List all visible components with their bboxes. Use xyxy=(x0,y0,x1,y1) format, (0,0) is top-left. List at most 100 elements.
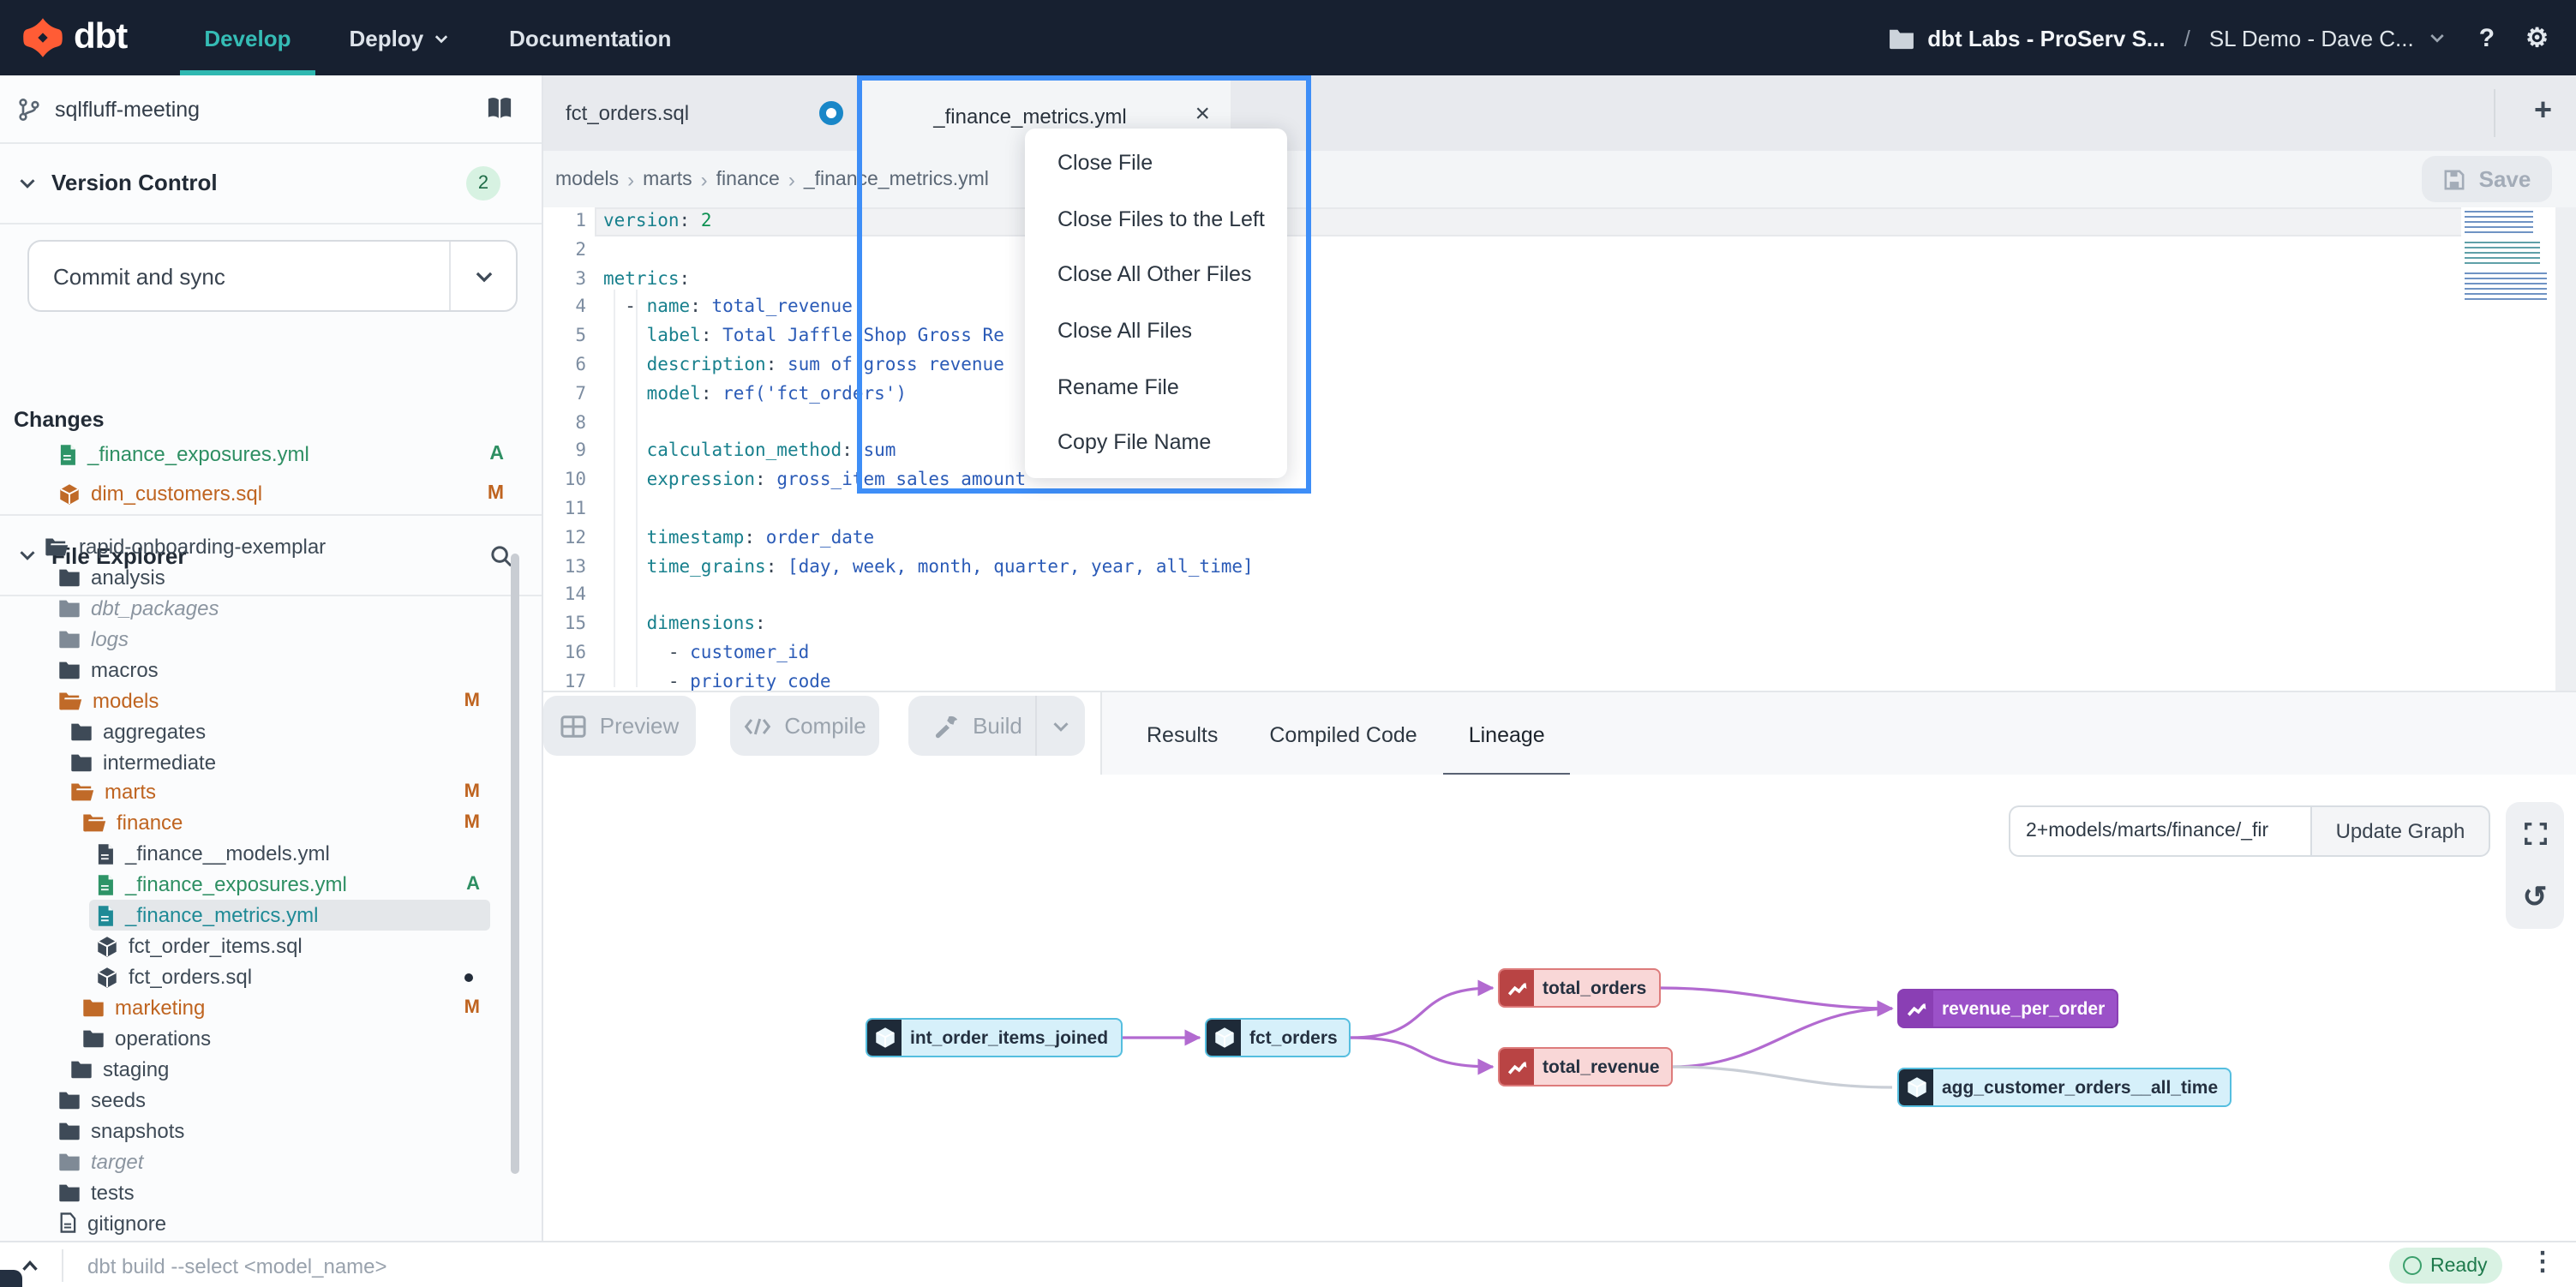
tree-item-fct-order-items-sql[interactable]: fct_order_items.sql xyxy=(0,931,542,961)
code-line-2[interactable]: 2 xyxy=(542,236,2576,266)
nav-item-develop[interactable]: Develop xyxy=(204,0,291,75)
commit-and-sync-button[interactable]: Commit and sync xyxy=(27,240,518,312)
breadcrumb-finance[interactable]: finance xyxy=(716,169,780,189)
tab-fct-orders[interactable]: fct_orders.sql xyxy=(542,75,857,151)
menu-item-close-file[interactable]: Close File xyxy=(1025,135,1287,191)
editor-scroll-gutter[interactable] xyxy=(2555,207,2576,691)
menu-item-close-all-files[interactable]: Close All Files xyxy=(1025,303,1287,359)
project-name[interactable]: SL Demo - Dave C... xyxy=(2209,25,2414,51)
tree-item-marts[interactable]: martsM xyxy=(0,777,542,808)
chevron-down-icon[interactable] xyxy=(2428,27,2448,48)
code-line-9[interactable]: 9 calculation_method: sum xyxy=(542,438,2576,467)
tab-compiled-code[interactable]: Compiled Code xyxy=(1243,692,1442,776)
tree-scrollbar[interactable] xyxy=(511,554,519,1174)
lineage-node-rpo[interactable]: revenue_per_order xyxy=(1897,989,2118,1028)
code-line-1[interactable]: 1version: 2 xyxy=(542,207,2576,236)
tab-lineage[interactable]: Lineage xyxy=(1443,692,1571,776)
new-tab-button[interactable]: + xyxy=(2534,93,2552,129)
breadcrumb-file[interactable]: _finance_metrics.yml xyxy=(804,169,989,189)
menu-item-close-files-to-the-left[interactable]: Close Files to the Left xyxy=(1025,191,1287,247)
fullscreen-icon[interactable] xyxy=(2509,808,2561,859)
code-line-5[interactable]: 5 label: Total Jaffle Shop Gross Re xyxy=(542,322,2576,351)
folder-icon xyxy=(82,997,105,1018)
code-line-4[interactable]: 4 - name: total_revenue xyxy=(542,294,2576,323)
code-line-16[interactable]: 16 - customer_id xyxy=(542,639,2576,668)
reset-view-icon[interactable]: ↺ xyxy=(2509,871,2561,923)
branch-row[interactable]: sqlfluff-meeting xyxy=(0,75,542,144)
tree-item-snapshots[interactable]: snapshots xyxy=(0,1116,542,1146)
folder-icon xyxy=(58,690,82,710)
lineage-node-tor[interactable]: total_orders xyxy=(1498,968,1660,1008)
gear-icon[interactable]: ⚙ xyxy=(2525,22,2549,53)
tree-item-aggregates[interactable]: aggregates xyxy=(0,715,542,746)
build-button[interactable]: Build xyxy=(908,696,1085,756)
commit-options-chevron[interactable] xyxy=(449,242,516,310)
nav-item-deploy[interactable]: Deploy xyxy=(349,0,451,75)
build-options-chevron[interactable] xyxy=(1035,696,1085,756)
docs-book-icon[interactable] xyxy=(485,96,514,122)
tree-item-logs[interactable]: logs xyxy=(0,624,542,655)
tree-item-dbt-packages[interactable]: dbt_packages xyxy=(0,593,542,624)
breadcrumb-models[interactable]: models xyxy=(555,169,619,189)
lineage-node-trev[interactable]: total_revenue xyxy=(1498,1047,1674,1086)
lineage-filter-input[interactable] xyxy=(2009,805,2343,857)
code-line-6[interactable]: 6 description: sum of gross revenue xyxy=(542,351,2576,380)
code-line-12[interactable]: 12 timestamp: order_date xyxy=(542,524,2576,554)
breadcrumb-marts[interactable]: marts xyxy=(643,169,692,189)
tree-item-status: M xyxy=(464,782,480,803)
tree-item-gitignore[interactable]: gitignore xyxy=(0,1207,542,1238)
lineage-node-int[interactable]: int_order_items_joined xyxy=(866,1018,1122,1057)
tree-item-target[interactable]: target xyxy=(0,1146,542,1177)
preview-button[interactable]: Preview xyxy=(543,696,696,756)
code-line-11[interactable]: 11 xyxy=(542,495,2576,524)
tree-item-marketing[interactable]: marketingM xyxy=(0,992,542,1023)
tree-item-analysis[interactable]: analysis xyxy=(0,562,542,593)
editor-minimap[interactable] xyxy=(2461,207,2555,307)
tree-item--finance-models-yml[interactable]: _finance__models.yml xyxy=(0,839,542,870)
code-line-14[interactable]: 14 xyxy=(542,582,2576,611)
tree-item--finance-metrics-yml[interactable]: _finance_metrics.yml xyxy=(0,901,542,931)
lineage-node-agg[interactable]: agg_customer_orders__all_time xyxy=(1897,1068,2232,1107)
tree-item-tests[interactable]: tests xyxy=(0,1176,542,1207)
menu-item-copy-file-name[interactable]: Copy File Name xyxy=(1025,415,1287,470)
tree-item-seeds[interactable]: seeds xyxy=(0,1085,542,1116)
tree-item-rapid-onboarding-exemplar[interactable]: rapid-onboarding-exemplar xyxy=(0,531,542,562)
tree-item-finance[interactable]: financeM xyxy=(0,808,542,839)
version-control-header[interactable]: Version Control 2 xyxy=(0,142,542,224)
tab-results[interactable]: Results xyxy=(1121,692,1243,776)
tree-item--finance-exposures-yml[interactable]: _finance_exposures.ymlA xyxy=(0,870,542,901)
code-line-8[interactable]: 8 xyxy=(542,409,2576,438)
code-editor[interactable]: 1version: 223metrics:4 - name: total_rev… xyxy=(542,207,2576,691)
menu-item-rename-file[interactable]: Rename File xyxy=(1025,359,1287,415)
lineage-node-fct[interactable]: fct_orders xyxy=(1205,1018,1351,1057)
dbt-command-input[interactable] xyxy=(75,1246,1633,1287)
code-line-15[interactable]: 15 dimensions: xyxy=(542,610,2576,639)
tree-item-operations[interactable]: operations xyxy=(0,1023,542,1054)
dbt-cloud-ide: dbt Develop Deploy Documentation dbt Labs … xyxy=(0,0,2576,1287)
code-line-10[interactable]: 10 expression: gross_item_sales_amount xyxy=(542,466,2576,495)
save-button[interactable]: Save xyxy=(2422,156,2552,202)
code-line-3[interactable]: 3metrics: xyxy=(542,265,2576,294)
folder-icon xyxy=(58,629,81,649)
tree-item-intermediate[interactable]: intermediate xyxy=(0,746,542,777)
compile-button[interactable]: Compile xyxy=(730,696,879,756)
dbt-logo[interactable]: dbt xyxy=(21,15,127,60)
account-name[interactable]: dbt Labs - ProServ S... xyxy=(1927,25,2165,51)
nav-item-documentation[interactable]: Documentation xyxy=(509,0,671,75)
code-line-17[interactable]: 17 - priority_code xyxy=(542,668,2576,691)
tree-item-models[interactable]: modelsM xyxy=(0,685,542,715)
tree-item-fct-orders-sql[interactable]: fct_orders.sql xyxy=(0,961,542,992)
kebab-menu-icon[interactable]: ⋮ xyxy=(2530,1246,2555,1277)
help-icon[interactable]: ? xyxy=(2479,23,2495,52)
code-line-13[interactable]: 13 time_grains: [day, week, month, quart… xyxy=(542,553,2576,582)
tree-item-staging[interactable]: staging xyxy=(0,1054,542,1085)
nav-item-label: Deploy xyxy=(349,25,423,51)
close-icon[interactable]: × xyxy=(1195,98,1210,132)
code-line-7[interactable]: 7 model: ref('fct_orders') xyxy=(542,380,2576,410)
change-item[interactable]: dim_customers.sqlM xyxy=(0,475,542,512)
update-graph-button[interactable]: Update Graph xyxy=(2310,805,2490,857)
status-badge[interactable]: Ready xyxy=(2389,1248,2502,1284)
menu-item-close-all-other-files[interactable]: Close All Other Files xyxy=(1025,247,1287,302)
tree-item-macros[interactable]: macros xyxy=(0,655,542,685)
change-item[interactable]: _finance_exposures.ymlA xyxy=(0,435,542,473)
